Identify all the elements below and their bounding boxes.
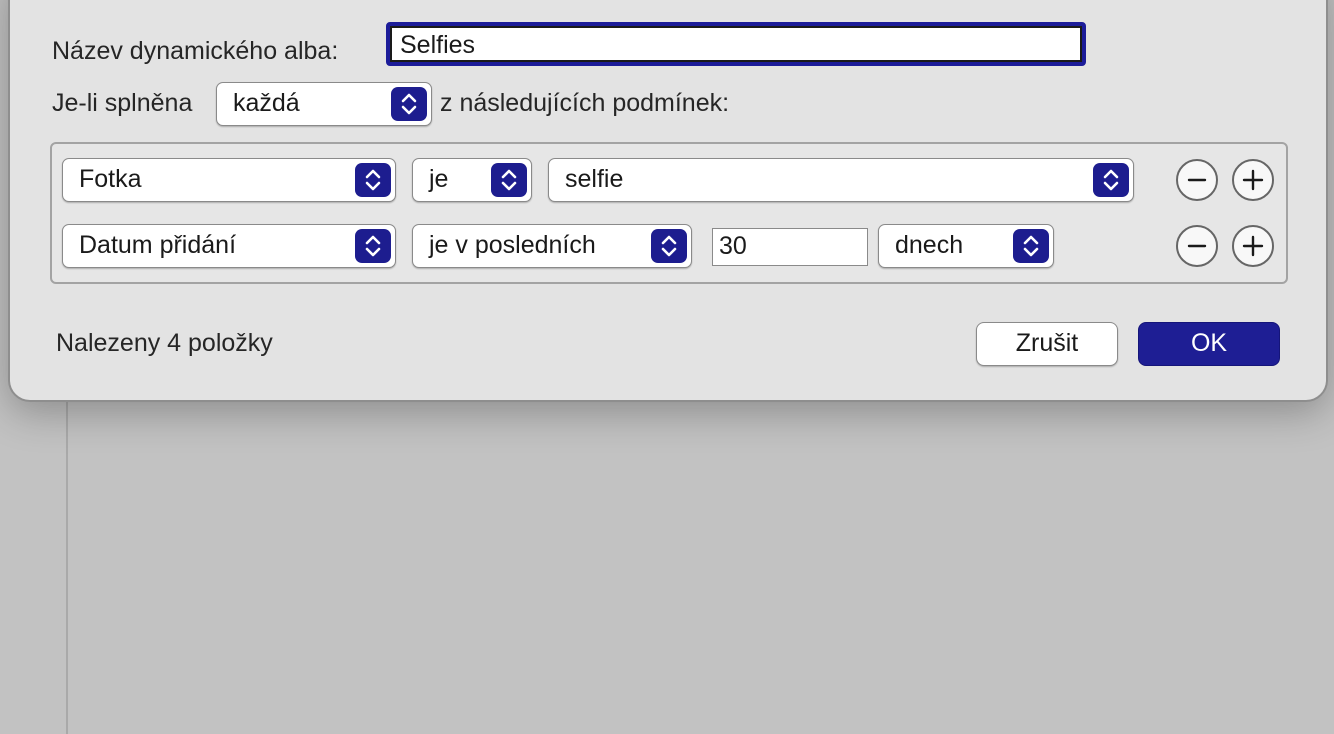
condition-prefix-label: Je-li splněna xyxy=(52,89,193,117)
rule-amount-input[interactable]: 30 xyxy=(712,228,868,266)
match-mode-value: každá xyxy=(233,89,300,117)
remove-rule-button[interactable] xyxy=(1176,159,1218,201)
smart-album-dialog: Název dynamického alba: Selfies Je-li sp… xyxy=(8,0,1328,402)
rule-value-popup[interactable]: selfie xyxy=(548,158,1134,202)
background-divider xyxy=(66,380,68,734)
rule-operator-popup[interactable]: je xyxy=(412,158,532,202)
add-rule-button[interactable] xyxy=(1232,225,1274,267)
rule-value-value: selfie xyxy=(565,165,624,193)
rule-operator-value: je v posledních xyxy=(429,231,596,259)
results-count-label: Nalezeny 4 položky xyxy=(56,329,273,357)
minus-icon xyxy=(1187,244,1207,248)
rule-field-value: Fotka xyxy=(79,165,142,193)
album-name-input[interactable]: Selfies xyxy=(386,22,1086,66)
rule-unit-popup[interactable]: dnech xyxy=(878,224,1054,268)
rule-operator-value: je xyxy=(429,165,449,193)
rule-operator-popup[interactable]: je v posledních xyxy=(412,224,692,268)
add-rule-button[interactable] xyxy=(1232,159,1274,201)
rule-field-value: Datum přidání xyxy=(79,231,237,259)
remove-rule-button[interactable] xyxy=(1176,225,1218,267)
chevron-up-down-icon xyxy=(491,163,527,197)
ok-button[interactable]: OK xyxy=(1138,322,1280,366)
chevron-up-down-icon xyxy=(651,229,687,263)
rule-unit-value: dnech xyxy=(895,231,964,259)
condition-suffix-label: z následujících podmínek: xyxy=(440,89,730,117)
cancel-button[interactable]: Zrušit xyxy=(976,322,1118,366)
chevron-up-down-icon xyxy=(1013,229,1049,263)
album-name-label: Název dynamického alba: xyxy=(52,37,339,65)
chevron-up-down-icon xyxy=(391,87,427,121)
rule-field-popup[interactable]: Datum přidání xyxy=(62,224,396,268)
rule-field-popup[interactable]: Fotka xyxy=(62,158,396,202)
match-mode-popup[interactable]: každá xyxy=(216,82,432,126)
plus-icon xyxy=(1242,235,1264,257)
minus-icon xyxy=(1187,178,1207,182)
chevron-up-down-icon xyxy=(355,229,391,263)
chevron-up-down-icon xyxy=(355,163,391,197)
plus-icon xyxy=(1242,169,1264,191)
chevron-up-down-icon xyxy=(1093,163,1129,197)
